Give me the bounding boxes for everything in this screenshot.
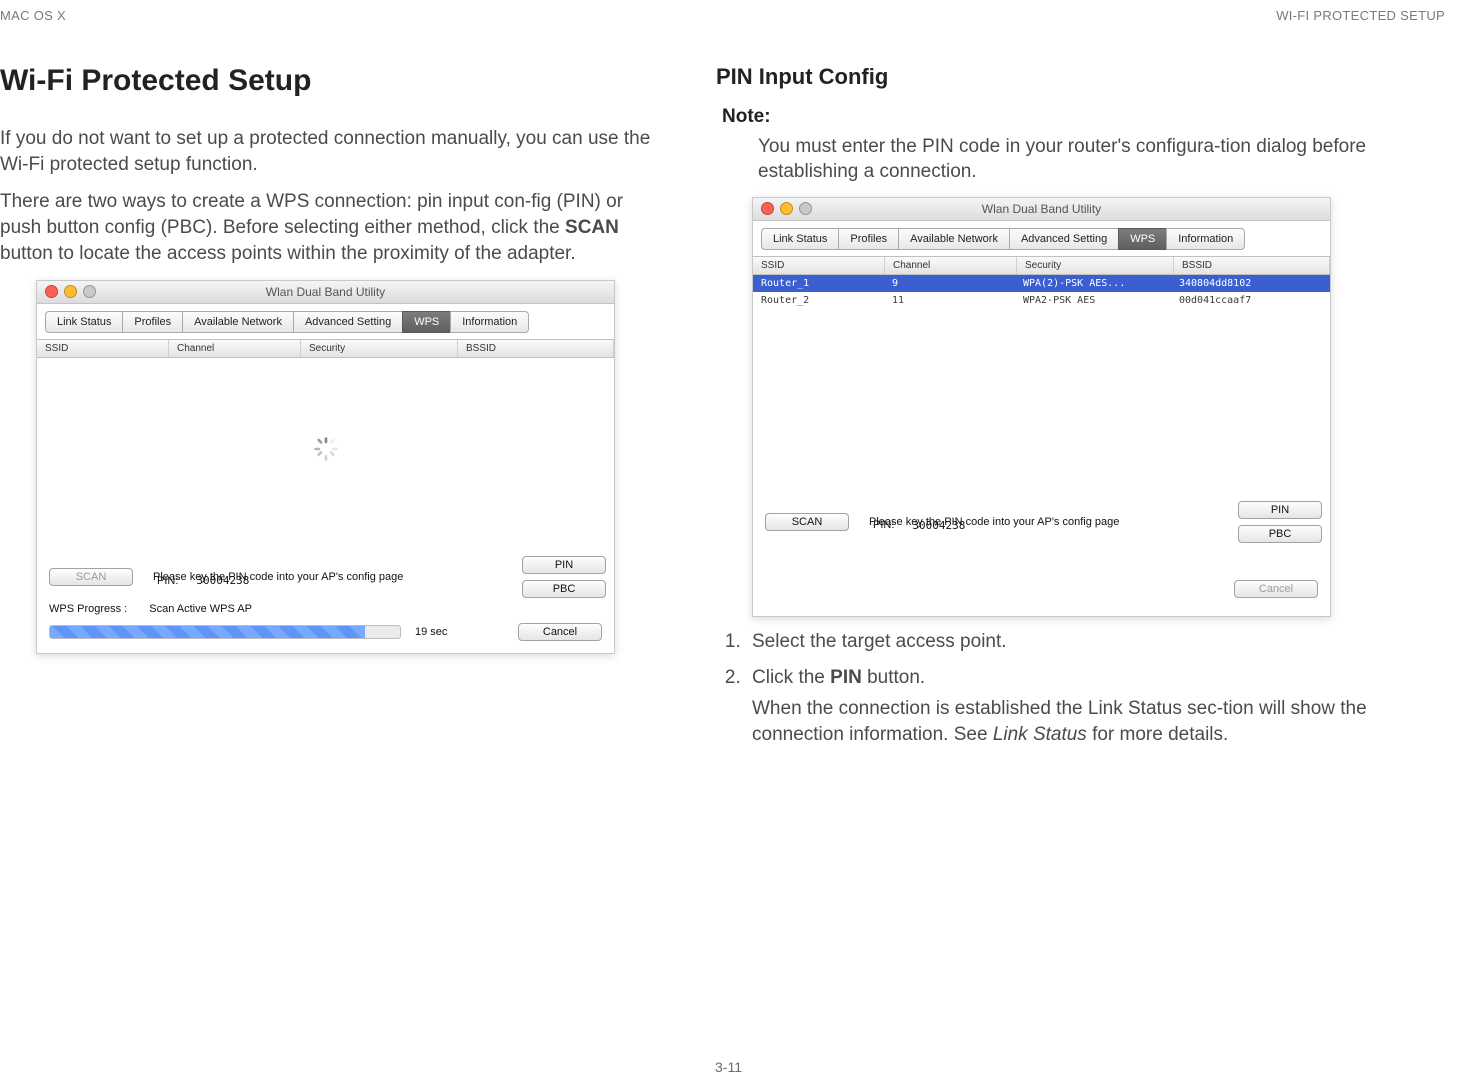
pbc-button[interactable]: PBC bbox=[1238, 525, 1322, 543]
col-bssid: BSSID bbox=[1174, 257, 1330, 274]
note-label: Note: bbox=[722, 104, 1376, 130]
window-traffic-lights bbox=[45, 285, 96, 298]
tab-profiles[interactable]: Profiles bbox=[838, 228, 898, 250]
tab-advanced-setting[interactable]: Advanced Setting bbox=[1009, 228, 1118, 250]
tab-link-status[interactable]: Link Status bbox=[45, 311, 122, 333]
pin-hint: Please key the PIN code into your AP's c… bbox=[869, 516, 1119, 528]
progress-time: 19 sec bbox=[415, 626, 447, 638]
step-2-detail: When the connection is established the L… bbox=[752, 696, 1376, 747]
network-list-empty bbox=[37, 358, 614, 548]
pbc-button[interactable]: PBC bbox=[522, 580, 606, 598]
col-ssid: SSID bbox=[37, 340, 169, 357]
close-icon[interactable] bbox=[45, 285, 58, 298]
running-header-left: MAC OS X bbox=[0, 8, 66, 23]
window-titlebar: Wlan Dual Band Utility bbox=[37, 281, 614, 304]
pin-button[interactable]: PIN bbox=[522, 556, 606, 574]
pin-value: 30004238 bbox=[196, 574, 249, 587]
col-security: Security bbox=[1017, 257, 1174, 274]
page-title: Wi-Fi Protected Setup bbox=[0, 64, 660, 98]
pin-label: PIN: bbox=[873, 519, 894, 531]
zoom-icon[interactable] bbox=[83, 285, 96, 298]
col-bssid: BSSID bbox=[458, 340, 614, 357]
tab-link-status[interactable]: Link Status bbox=[761, 228, 838, 250]
pin-label: PIN: bbox=[157, 575, 178, 587]
network-list[interactable]: Router_1 9 WPA(2)-PSK AES... 340804dd810… bbox=[753, 275, 1330, 493]
step-1: Select the target access point. bbox=[746, 629, 1376, 655]
table-row[interactable]: Router_2 11 WPA2-PSK AES 00d041ccaaf7 bbox=[753, 292, 1330, 309]
tab-advanced-setting[interactable]: Advanced Setting bbox=[293, 311, 402, 333]
left-column: Wi-Fi Protected Setup If you do not want… bbox=[0, 64, 660, 757]
progress-bar bbox=[49, 625, 401, 639]
minimize-icon[interactable] bbox=[64, 285, 77, 298]
step-2: Click the PIN button. When the connectio… bbox=[746, 665, 1376, 748]
table-header: SSID Channel Security BSSID bbox=[753, 256, 1330, 275]
window-title: Wlan Dual Band Utility bbox=[266, 285, 385, 299]
tab-wps[interactable]: WPS bbox=[1118, 228, 1166, 250]
minimize-icon[interactable] bbox=[780, 202, 793, 215]
tabbar: Link Status Profiles Available Network A… bbox=[761, 228, 1322, 250]
tab-information[interactable]: Information bbox=[1166, 228, 1245, 250]
window-titlebar: Wlan Dual Band Utility bbox=[753, 198, 1330, 221]
loading-spinner-icon bbox=[313, 436, 339, 462]
table-header: SSID Channel Security BSSID bbox=[37, 339, 614, 358]
pin-hint: Please key the PIN code into your AP's c… bbox=[153, 571, 403, 583]
tab-information[interactable]: Information bbox=[450, 311, 529, 333]
running-header-right: WI-FI PROTECTED SETUP bbox=[1276, 8, 1445, 23]
tab-available-network[interactable]: Available Network bbox=[898, 228, 1009, 250]
note-body: You must enter the PIN code in your rout… bbox=[758, 134, 1376, 185]
intro-paragraph-2: There are two ways to create a WPS conne… bbox=[0, 189, 660, 266]
window-title: Wlan Dual Band Utility bbox=[982, 202, 1101, 216]
scan-button[interactable]: SCAN bbox=[49, 568, 133, 586]
right-column: PIN Input Config Note: You must enter th… bbox=[716, 64, 1376, 757]
wps-progress-label: WPS Progress : bbox=[49, 603, 127, 615]
window-traffic-lights bbox=[761, 202, 812, 215]
section-title-pin-input: PIN Input Config bbox=[716, 64, 1376, 90]
cancel-button[interactable]: Cancel bbox=[1234, 580, 1318, 598]
close-icon[interactable] bbox=[761, 202, 774, 215]
bottom-panel: SCAN Please key the PIN code into your A… bbox=[37, 548, 614, 653]
scan-button[interactable]: SCAN bbox=[765, 513, 849, 531]
cancel-button[interactable]: Cancel bbox=[518, 623, 602, 641]
col-channel: Channel bbox=[169, 340, 301, 357]
steps-list: Select the target access point. Click th… bbox=[716, 629, 1376, 748]
screenshot-scanning: Wlan Dual Band Utility Link Status Profi… bbox=[36, 280, 615, 654]
col-security: Security bbox=[301, 340, 458, 357]
tab-available-network[interactable]: Available Network bbox=[182, 311, 293, 333]
wps-progress-status: Scan Active WPS AP bbox=[149, 603, 252, 615]
tab-profiles[interactable]: Profiles bbox=[122, 311, 182, 333]
pin-button[interactable]: PIN bbox=[1238, 501, 1322, 519]
intro-paragraph-1: If you do not want to set up a protected… bbox=[0, 126, 660, 177]
screenshot-pin-config: Wlan Dual Band Utility Link Status Profi… bbox=[752, 197, 1331, 617]
tab-wps[interactable]: WPS bbox=[402, 311, 450, 333]
page-number: 3-11 bbox=[715, 1059, 742, 1075]
bottom-panel: SCAN Please key the PIN code into your A… bbox=[753, 493, 1330, 616]
col-channel: Channel bbox=[885, 257, 1017, 274]
pin-value: 30004238 bbox=[912, 519, 965, 532]
document-page: { "header": { "left": "MAC OS X", "right… bbox=[0, 0, 1457, 1091]
zoom-icon[interactable] bbox=[799, 202, 812, 215]
table-row[interactable]: Router_1 9 WPA(2)-PSK AES... 340804dd810… bbox=[753, 275, 1330, 292]
col-ssid: SSID bbox=[753, 257, 885, 274]
tabbar: Link Status Profiles Available Network A… bbox=[45, 311, 606, 333]
